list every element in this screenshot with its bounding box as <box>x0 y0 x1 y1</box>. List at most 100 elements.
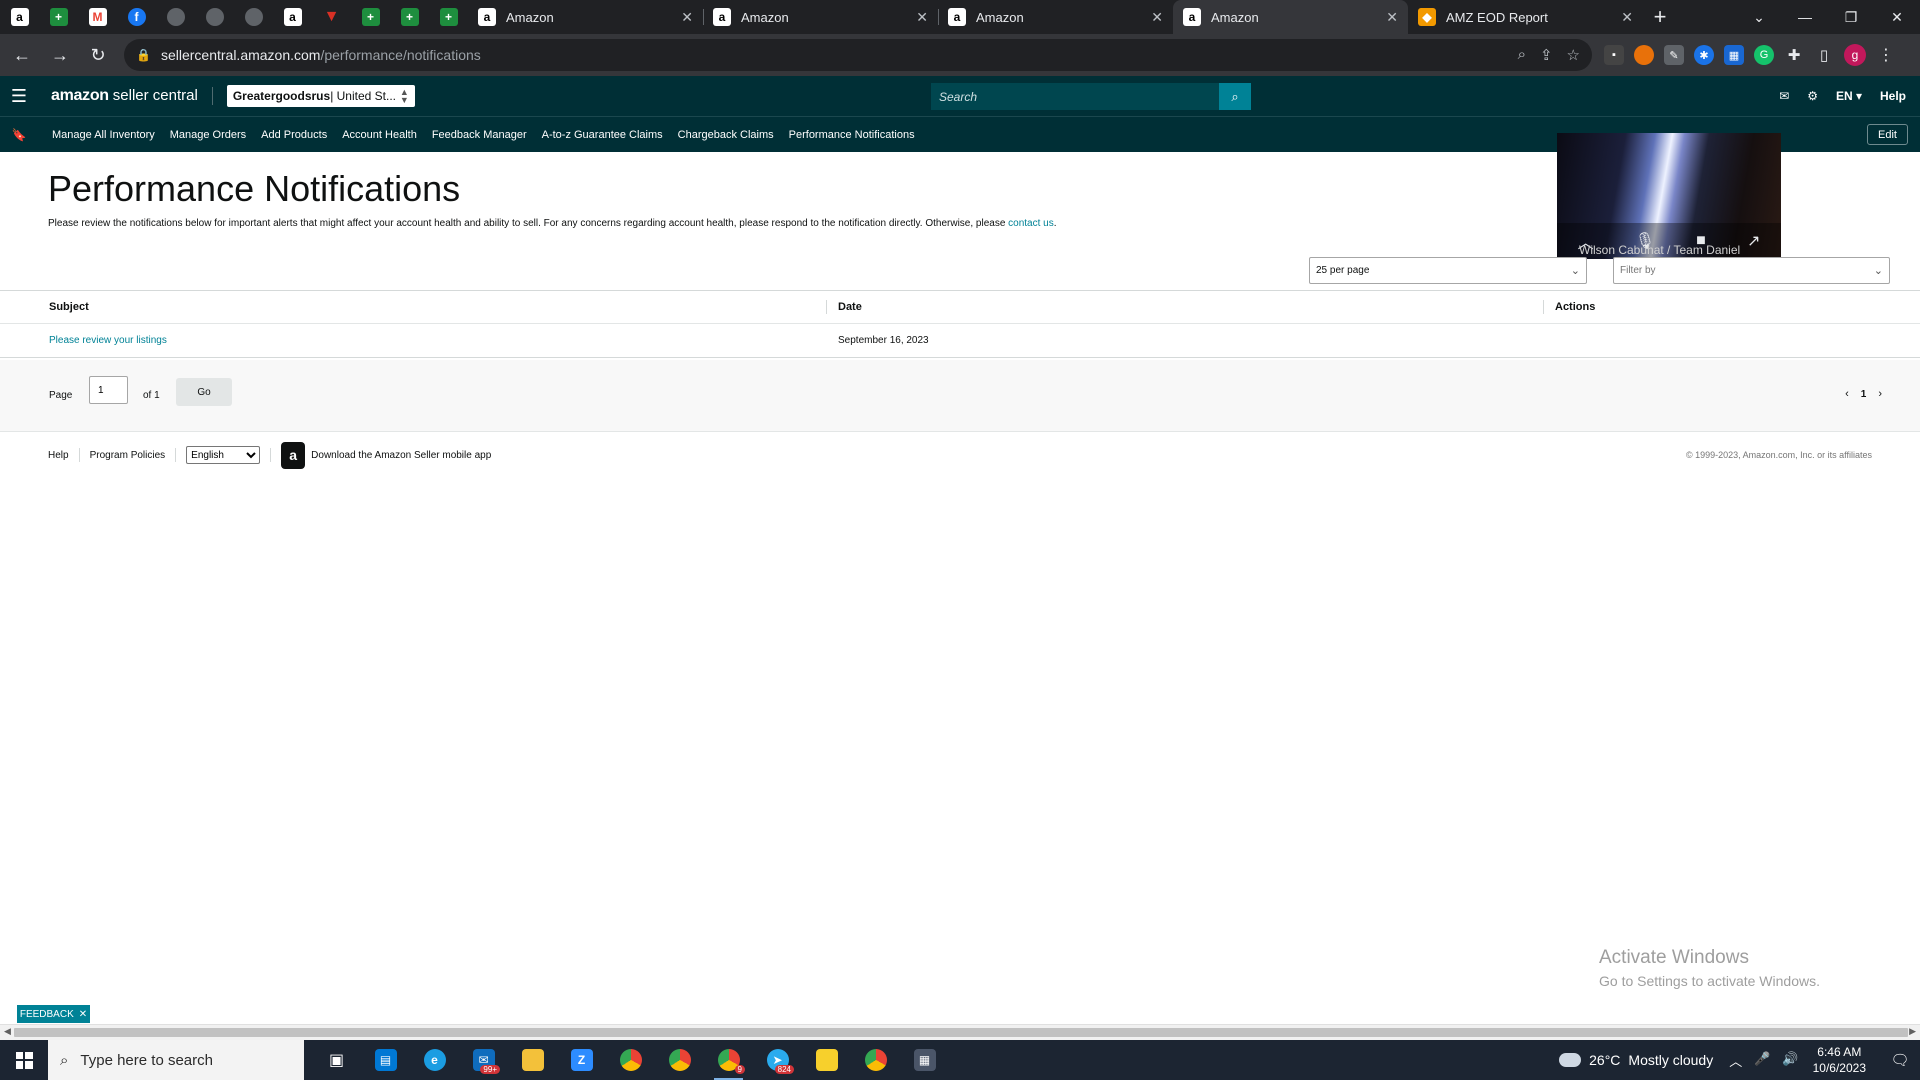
current-page[interactable]: 1 <box>1861 389 1867 400</box>
footer-help-link[interactable]: Help <box>48 450 69 461</box>
taskbar-calculator[interactable]: ▦ <box>900 1040 949 1080</box>
taskbar-chrome-3[interactable]: 9 <box>704 1040 753 1080</box>
account-selector[interactable]: Greatergoodsrus | United St... ▲ ▼ <box>226 85 415 107</box>
close-icon[interactable]: ✕ <box>1386 9 1398 26</box>
share-icon[interactable]: ⇪ <box>1540 46 1553 64</box>
browser-tab[interactable]: a Amazon ✕ <box>703 0 938 34</box>
taskbar-store[interactable]: ▤ <box>361 1040 410 1080</box>
hamburger-menu-icon[interactable]: ☰ <box>0 76 38 116</box>
weather-widget[interactable]: 26°C Mostly cloudy <box>1554 1049 1713 1068</box>
puzzle-icon[interactable]: ✚ <box>1784 45 1804 65</box>
go-button[interactable]: Go <box>176 378 232 406</box>
taskbar-chrome-2[interactable] <box>655 1040 704 1080</box>
edit-nav-button[interactable]: Edit <box>1867 124 1908 145</box>
search-input[interactable] <box>931 83 1219 110</box>
search-button[interactable]: ⌕ <box>1219 83 1251 110</box>
scroll-right-icon[interactable]: ▶ <box>1909 1026 1916 1037</box>
popout-icon[interactable]: ↗ <box>1747 231 1760 251</box>
browser-tab[interactable]: a Amazon ✕ <box>468 0 703 34</box>
browser-tab[interactable]: ◆ AMZ EOD Report ✕ <box>1408 0 1643 34</box>
close-icon[interactable]: ✕ <box>79 1009 87 1020</box>
start-button[interactable] <box>0 1040 48 1080</box>
nav-manage-orders[interactable]: Manage Orders <box>170 129 246 141</box>
lock-icon[interactable]: 🔒 <box>136 48 151 62</box>
pinned-tab-amazon[interactable]: a <box>0 0 39 34</box>
pinned-tab-globe-1[interactable] <box>156 0 195 34</box>
forward-button[interactable]: → <box>44 39 76 71</box>
close-icon[interactable]: ✕ <box>916 9 928 26</box>
profile-avatar[interactable]: g <box>1844 44 1866 66</box>
nav-a-to-z-claims[interactable]: A-to-z Guarantee Claims <box>542 129 663 141</box>
pinned-tab-sheets-4[interactable]: + <box>429 0 468 34</box>
microphone-icon[interactable]: 🎤 <box>1754 1051 1770 1070</box>
minimize-button[interactable]: — <box>1782 0 1828 34</box>
close-icon[interactable]: ✕ <box>1151 9 1163 26</box>
download-app-link[interactable]: Download the Amazon Seller mobile app <box>311 450 491 461</box>
pinned-tab-red[interactable]: ▼ <box>312 0 351 34</box>
task-view-button[interactable]: ▣ <box>312 1040 361 1080</box>
speaker-icon[interactable]: 🔊 <box>1782 1051 1798 1070</box>
extension-chart-icon[interactable]: ▦ <box>1724 45 1744 65</box>
zoom-icon[interactable]: ⌕ <box>1518 46 1526 64</box>
extension-off-icon[interactable]: ▪ <box>1604 45 1624 65</box>
column-subject[interactable]: Subject <box>49 301 89 313</box>
gear-icon[interactable]: ⚙ <box>1807 89 1818 103</box>
browser-tab-active[interactable]: a Amazon ✕ <box>1173 0 1408 34</box>
per-page-select[interactable]: 25 per page ⌄ <box>1309 257 1587 284</box>
nav-feedback-manager[interactable]: Feedback Manager <box>432 129 527 141</box>
footer-program-policies-link[interactable]: Program Policies <box>90 450 166 461</box>
horizontal-scrollbar[interactable]: ◀ ▶ <box>0 1024 1920 1040</box>
nav-manage-inventory[interactable]: Manage All Inventory <box>52 129 155 141</box>
amazon-app-icon[interactable]: a <box>281 441 306 469</box>
extension-blue-icon[interactable]: ✱ <box>1694 45 1714 65</box>
taskbar-sticky-notes[interactable] <box>802 1040 851 1080</box>
page-number-input[interactable] <box>89 376 128 404</box>
chevron-left-icon[interactable]: ‹ <box>1845 388 1849 400</box>
scrollbar-thumb[interactable] <box>14 1028 1908 1037</box>
mail-icon[interactable]: ✉ <box>1779 89 1789 103</box>
browser-tab[interactable]: a Amazon ✕ <box>938 0 1173 34</box>
bookmark-icon[interactable]: 🔖 <box>0 128 38 142</box>
chevron-up-icon[interactable]: ︿ <box>1729 1051 1742 1070</box>
reload-button[interactable]: ↻ <box>82 39 114 71</box>
restore-button[interactable]: ❐ <box>1828 0 1874 34</box>
taskbar-mail[interactable]: ✉ 99+ <box>459 1040 508 1080</box>
close-icon[interactable]: ✕ <box>1621 9 1633 26</box>
address-bar[interactable]: 🔒 sellercentral.amazon.com/performance/n… <box>124 39 1592 71</box>
pinned-tab-sheets-3[interactable]: + <box>390 0 429 34</box>
contact-us-link[interactable]: contact us <box>1008 218 1054 229</box>
close-window-button[interactable]: ✕ <box>1874 0 1920 34</box>
nav-add-products[interactable]: Add Products <box>261 129 327 141</box>
seller-central-logo[interactable]: amazon seller central <box>51 87 198 105</box>
extension-orange-icon[interactable] <box>1634 45 1654 65</box>
nav-performance-notifications[interactable]: Performance Notifications <box>789 129 915 141</box>
pinned-tab-facebook[interactable]: f <box>117 0 156 34</box>
pinned-tab-amazon-2[interactable]: a <box>273 0 312 34</box>
pinned-tab-globe-3[interactable] <box>234 0 273 34</box>
pinned-tab-globe-2[interactable] <box>195 0 234 34</box>
language-selector[interactable]: EN ▾ <box>1836 89 1862 103</box>
close-icon[interactable]: ✕ <box>681 9 693 26</box>
tab-search-icon[interactable]: ⌄ <box>1736 0 1782 34</box>
notification-subject-link[interactable]: Please review your listings <box>49 335 167 346</box>
side-panel-icon[interactable]: ▯ <box>1814 45 1834 65</box>
taskbar-search[interactable]: ⌕ Type here to search <box>48 1040 304 1080</box>
filter-select[interactable]: Filter by ⌄ <box>1613 257 1890 284</box>
video-call-overlay[interactable]: ︿ 🎙 ■ ↗ Wilson Cabuhat / Team Daniel <box>1557 133 1781 259</box>
extension-tool-icon[interactable]: ✎ <box>1664 45 1684 65</box>
grammarly-icon[interactable]: G <box>1754 45 1774 65</box>
help-link[interactable]: Help <box>1880 89 1906 103</box>
taskbar-explorer[interactable] <box>508 1040 557 1080</box>
taskbar-telegram[interactable]: ➤ 824 <box>753 1040 802 1080</box>
back-button[interactable]: ← <box>6 39 38 71</box>
pinned-tab-gmail[interactable]: M <box>78 0 117 34</box>
notification-center-icon[interactable]: 🗨 <box>1880 1051 1920 1069</box>
feedback-tab[interactable]: FEEDBACK ✕ <box>17 1005 90 1023</box>
scroll-left-icon[interactable]: ◀ <box>4 1026 11 1037</box>
kebab-menu-icon[interactable]: ⋮ <box>1876 45 1896 65</box>
column-date[interactable]: Date <box>838 301 862 313</box>
taskbar-chrome-1[interactable] <box>606 1040 655 1080</box>
chevron-right-icon[interactable]: › <box>1878 388 1882 400</box>
taskbar-zoom[interactable]: Z <box>557 1040 606 1080</box>
taskbar-chrome-4[interactable] <box>851 1040 900 1080</box>
